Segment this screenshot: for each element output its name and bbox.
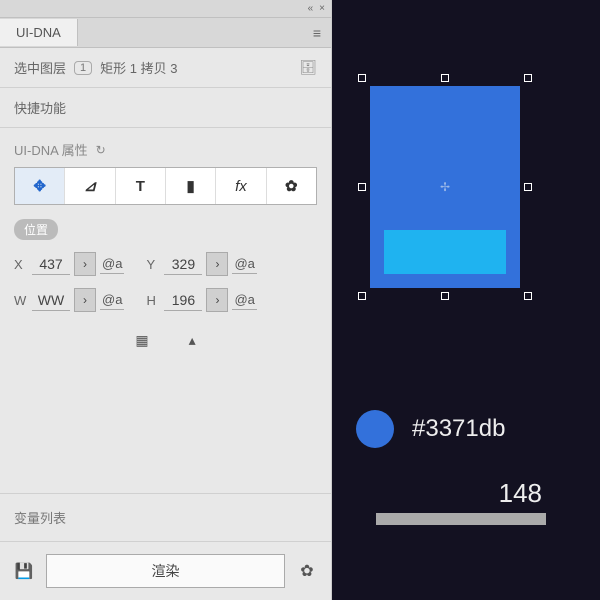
selection-box[interactable]: ✢	[362, 78, 528, 296]
coord-row-xy: X › @a Y › @a	[14, 252, 317, 276]
x-label: X	[14, 257, 28, 272]
render-button[interactable]: 渲染	[46, 554, 285, 588]
x-at[interactable]: @a	[100, 254, 124, 274]
save-icon[interactable]: 💾	[14, 562, 34, 580]
bottom-bar: 💾 渲染 ✿	[0, 541, 331, 600]
property-toolbar: ✥ ⊿ T ▮ fx ✿	[14, 167, 317, 205]
collapse-icon[interactable]: «	[308, 3, 314, 14]
handle-bottom-right[interactable]	[524, 292, 532, 300]
color-hex-value: #3371db	[412, 415, 505, 443]
h-chevron-icon[interactable]: ›	[206, 288, 228, 312]
layer-count-badge: 1	[74, 61, 92, 75]
handle-bottom-left[interactable]	[358, 292, 366, 300]
color-swatch-row: #3371db	[356, 410, 505, 448]
panel-menu-icon[interactable]: ≡	[303, 25, 331, 41]
canvas-area: ✢ #3371db 148	[332, 0, 600, 600]
briefcase-icon[interactable]: 🗄	[299, 59, 317, 76]
file-tool-icon[interactable]: ▮	[166, 168, 216, 204]
y-label: Y	[146, 257, 160, 272]
x-chevron-icon[interactable]: ›	[74, 252, 96, 276]
layer-name: 矩形 1 拷贝 3	[100, 58, 177, 77]
properties-title: UI-DNA 属性	[14, 140, 88, 159]
color-swatch[interactable]	[356, 410, 394, 448]
w-input[interactable]	[32, 290, 70, 311]
tab-ui-dna[interactable]: UI-DNA	[0, 19, 78, 46]
selected-layer-label: 选中图层	[14, 58, 66, 77]
coord-row-wh: W › @a H › @a	[14, 288, 317, 312]
properties-header: UI-DNA 属性 ↻	[0, 128, 331, 167]
transform-tool-icon[interactable]: ⊿	[65, 168, 115, 204]
ui-dna-panel: « × UI-DNA ≡ 选中图层 1 矩形 1 拷贝 3 🗄 快捷功能 UI-…	[0, 0, 332, 600]
variable-list-section[interactable]: 变量列表	[0, 493, 331, 541]
handle-mid-right[interactable]	[524, 183, 532, 191]
h-input[interactable]	[164, 290, 202, 311]
close-icon[interactable]: ×	[319, 3, 325, 14]
center-anchor-icon: ✢	[440, 180, 450, 194]
tab-row: UI-DNA ≡	[0, 18, 331, 48]
gear-icon[interactable]: ✿	[297, 561, 317, 581]
handle-mid-left[interactable]	[358, 183, 366, 191]
cyan-rectangle[interactable]	[384, 230, 506, 274]
settings-tool-icon[interactable]: ✿	[267, 168, 316, 204]
collapse-up-icon[interactable]: ▴	[189, 332, 196, 349]
y-at[interactable]: @a	[232, 254, 256, 274]
text-tool-icon[interactable]: T	[116, 168, 166, 204]
handle-bottom-mid[interactable]	[441, 292, 449, 300]
selected-layer-section: 选中图层 1 矩形 1 拷贝 3 🗄	[0, 48, 331, 88]
w-label: W	[14, 293, 28, 308]
window-titlebar: « ×	[0, 0, 331, 18]
number-readout: 148	[376, 478, 546, 525]
h-at[interactable]: @a	[232, 290, 256, 310]
w-chevron-icon[interactable]: ›	[74, 288, 96, 312]
align-row: ▦ ▴	[14, 324, 317, 369]
fx-tool-icon[interactable]: fx	[216, 168, 266, 204]
refresh-icon[interactable]: ↻	[96, 143, 106, 157]
handle-top-left[interactable]	[358, 74, 366, 82]
position-section: 位置 X › @a Y › @a W › @a	[0, 219, 331, 383]
number-bar[interactable]	[376, 513, 546, 525]
y-input[interactable]	[164, 254, 202, 275]
move-tool-icon[interactable]: ✥	[15, 168, 65, 204]
position-badge: 位置	[14, 219, 58, 240]
number-value: 148	[376, 478, 546, 509]
blue-rectangle[interactable]: ✢	[370, 86, 520, 288]
w-at[interactable]: @a	[100, 290, 124, 310]
quick-functions-section[interactable]: 快捷功能	[0, 88, 331, 128]
handle-top-right[interactable]	[524, 74, 532, 82]
y-chevron-icon[interactable]: ›	[206, 252, 228, 276]
distribute-icon[interactable]: ▦	[135, 332, 148, 349]
x-input[interactable]	[32, 254, 70, 275]
h-label: H	[146, 293, 160, 308]
handle-top-mid[interactable]	[441, 74, 449, 82]
